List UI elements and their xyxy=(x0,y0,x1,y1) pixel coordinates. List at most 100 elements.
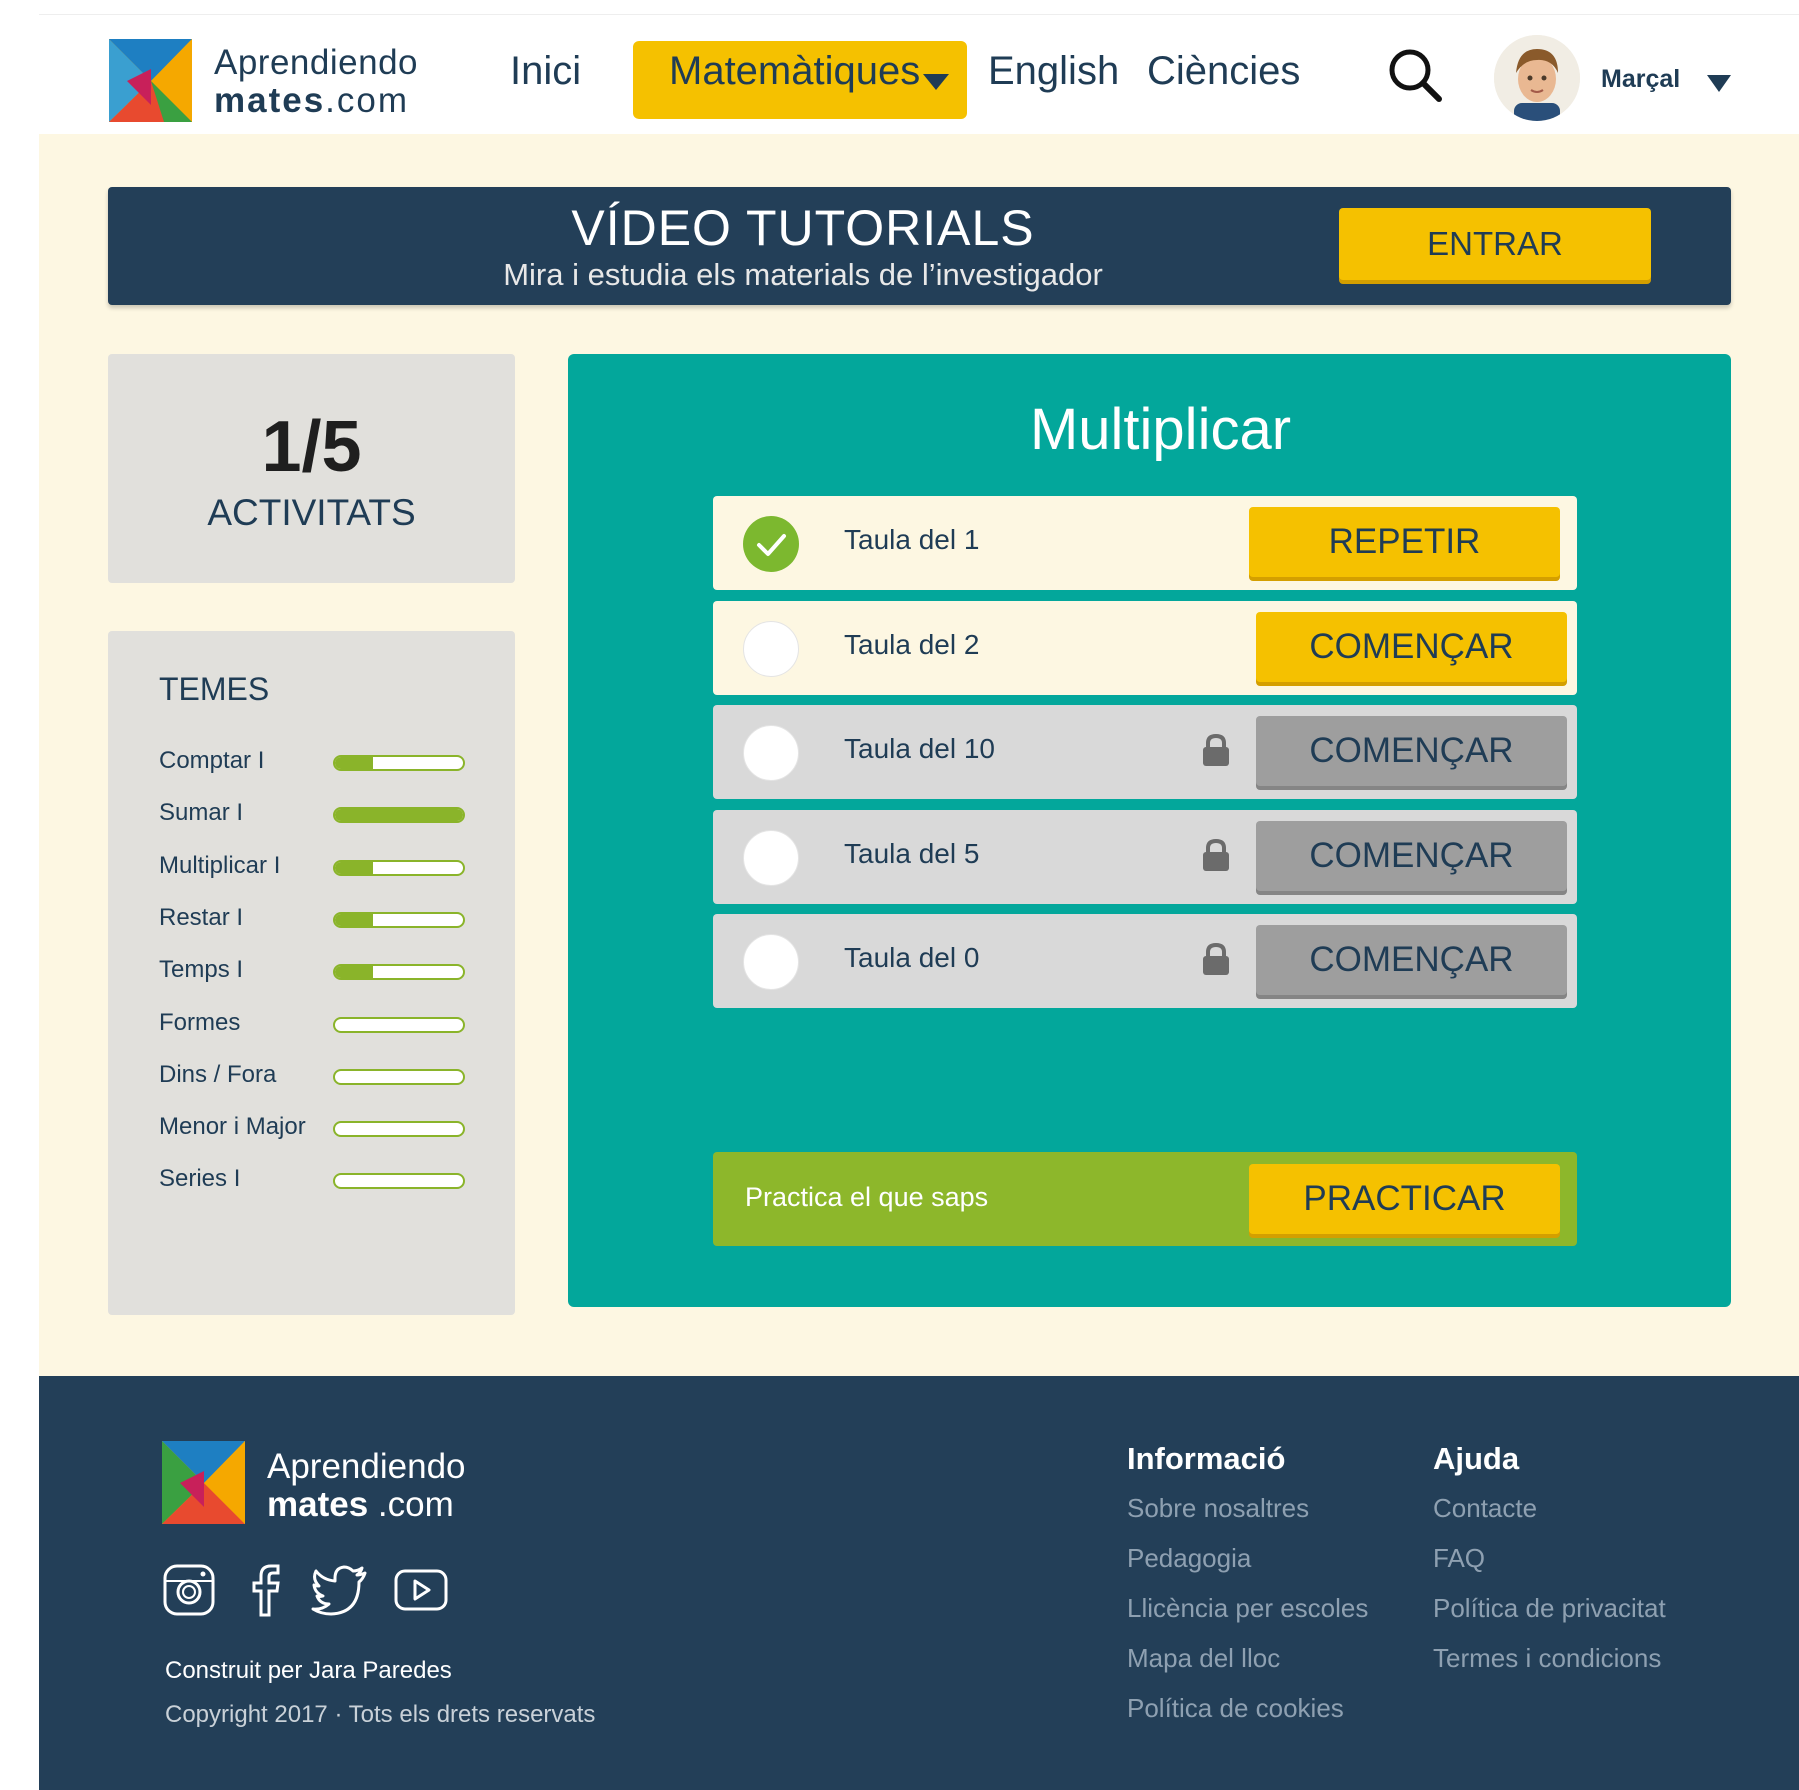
logo-text-bold: mates xyxy=(214,81,326,120)
practice-button[interactable]: PRACTICAR xyxy=(1249,1164,1560,1234)
user-menu-chevron-icon[interactable] xyxy=(1707,75,1731,92)
logo-text-line1: Aprendiendo xyxy=(214,43,418,82)
topic-item[interactable]: Series I xyxy=(159,1159,499,1199)
footer-link[interactable]: FAQ xyxy=(1433,1543,1485,1574)
lesson-panel: Multiplicar Taula del 1 REPETIR Taula del … xyxy=(568,354,1731,1307)
user-photo xyxy=(1494,35,1580,121)
topic-progress-bar xyxy=(333,1016,465,1033)
banner-title: VÍDEO TUTORIALS xyxy=(571,200,1035,256)
youtube-icon[interactable] xyxy=(393,1563,449,1617)
twitter-icon[interactable] xyxy=(311,1563,369,1617)
built-by-text: Construit per Jara Paredes xyxy=(165,1657,452,1684)
lesson-row-label: Taula del 5 xyxy=(844,837,980,869)
topics-title: TEMES xyxy=(159,671,270,707)
repeat-button[interactable]: REPETIR xyxy=(1249,507,1560,577)
topic-item[interactable]: Menor i Major xyxy=(159,1107,499,1147)
user-name[interactable]: Marçal xyxy=(1601,65,1680,94)
logo-text-line2: mates.com xyxy=(214,81,409,121)
topic-label: Formes xyxy=(159,1008,241,1036)
nav-science[interactable]: Ciències xyxy=(1147,49,1300,94)
site-logo[interactable]: Aprendiendo mates.com xyxy=(109,39,418,123)
lesson-row: Taula del 0 COMENÇAR xyxy=(713,914,1577,1008)
status-circle-icon xyxy=(743,725,799,781)
topic-item[interactable]: Multiplicar I xyxy=(159,846,499,886)
footer: Aprendiendo mates .com Construit per Jar… xyxy=(39,1376,1799,1790)
topic-progress-bar xyxy=(333,1068,465,1085)
start-button[interactable]: COMENÇAR xyxy=(1256,716,1567,786)
lesson-title: Multiplicar xyxy=(1029,397,1292,462)
topic-label: Restar I xyxy=(159,903,244,931)
topic-progress-fill xyxy=(335,913,374,926)
topic-label: Comptar I xyxy=(159,747,265,774)
topic-label: Multiplicar I xyxy=(159,851,281,879)
topic-progress-fill xyxy=(335,809,463,822)
nav-english[interactable]: English xyxy=(988,49,1119,94)
topic-progress-bar xyxy=(333,1173,465,1190)
nav-home[interactable]: Inici xyxy=(510,49,581,94)
page: Aprendiendo mates.com Inici Matemàtiques… xyxy=(0,0,1799,1790)
footer-link[interactable]: Pedagogia xyxy=(1127,1543,1251,1574)
topic-label: Series I xyxy=(159,1165,241,1193)
lesson-row-label: Taula del 1 xyxy=(844,524,980,555)
footer-logo-bold: mates xyxy=(267,1485,369,1524)
footer-link[interactable]: Llicència per escoles xyxy=(1127,1593,1368,1624)
footer-logo-line2: mates .com xyxy=(267,1485,454,1525)
copyright-text: Copyright 2017 · Tots els drets reservat… xyxy=(165,1701,596,1728)
footer-link[interactable]: Política de cookies xyxy=(1127,1693,1344,1724)
lesson-row-label: Taula del 10 xyxy=(844,733,996,764)
topic-label: Temps I xyxy=(159,956,244,984)
start-button[interactable]: COMENÇAR xyxy=(1256,925,1567,995)
top-header: Aprendiendo mates.com Inici Matemàtiques… xyxy=(39,14,1799,134)
avatar[interactable] xyxy=(1494,35,1580,121)
footer-logo-domain: .com xyxy=(368,1485,454,1524)
practice-label: Practica el que saps xyxy=(745,1182,989,1212)
chevron-down-icon xyxy=(923,74,949,90)
footer-link[interactable]: Política de privacitat xyxy=(1433,1593,1666,1624)
topic-progress-bar xyxy=(333,1121,465,1138)
topic-item[interactable]: Formes xyxy=(159,1003,499,1043)
logo-text-domain: .com xyxy=(325,81,410,120)
topics-panel: TEMES Comptar I Sumar I Multiplicar I Resta… xyxy=(108,631,515,1315)
topic-progress-bar xyxy=(333,755,465,771)
footer-info-title: Informació xyxy=(1127,1441,1286,1476)
topic-item[interactable]: Sumar I xyxy=(159,793,499,833)
activities-count: 1/5 xyxy=(261,407,362,487)
topic-label: Menor i Major xyxy=(159,1113,306,1141)
lesson-row: Taula del 10 COMENÇAR xyxy=(713,705,1577,799)
practice-row: Practica el que saps PRACTICAR xyxy=(713,1152,1577,1246)
topic-progress-bar xyxy=(333,807,465,824)
status-circle-icon xyxy=(743,934,799,990)
footer-link[interactable]: Termes i condicions xyxy=(1433,1643,1661,1674)
activities-label: ACTIVITATS xyxy=(207,492,416,533)
check-icon xyxy=(743,516,799,572)
lesson-row: Taula del 5 COMENÇAR xyxy=(713,809,1577,904)
facebook-icon[interactable] xyxy=(239,1563,293,1617)
topic-progress-bar xyxy=(333,964,465,981)
footer-link[interactable]: Sobre nosaltres xyxy=(1127,1493,1309,1524)
enter-button[interactable]: ENTRAR xyxy=(1339,208,1651,280)
footer-help-title: Ajuda xyxy=(1433,1441,1520,1476)
footer-logo-mark-icon[interactable] xyxy=(162,1441,245,1524)
topic-progress-fill xyxy=(335,861,374,874)
topic-item[interactable]: Temps I xyxy=(159,950,499,990)
lesson-row-label: Taula del 2 xyxy=(844,628,980,660)
nav-math-dropdown[interactable]: Matemàtiques xyxy=(633,41,967,119)
topic-progress-fill xyxy=(335,966,374,979)
topic-item[interactable]: Dins / Fora xyxy=(159,1055,499,1095)
topic-label: Sumar I xyxy=(159,799,244,827)
footer-link[interactable]: Mapa del lloc xyxy=(1127,1643,1280,1674)
lock-icon xyxy=(1201,733,1231,772)
topic-label: Dins / Fora xyxy=(159,1060,277,1088)
topic-item[interactable]: Comptar I xyxy=(159,741,499,781)
topic-item[interactable]: Restar I xyxy=(159,898,499,938)
search-icon[interactable] xyxy=(1385,45,1445,105)
instagram-icon[interactable] xyxy=(162,1563,216,1617)
lesson-row-label: Taula del 0 xyxy=(844,942,980,973)
start-button[interactable]: COMENÇAR xyxy=(1256,611,1567,682)
start-button[interactable]: COMENÇAR xyxy=(1256,820,1567,891)
footer-logo-line1: Aprendiendo xyxy=(267,1447,466,1486)
nav-math-label: Matemàtiques xyxy=(669,49,921,93)
topic-progress-bar xyxy=(333,911,465,928)
lesson-row: Taula del 2 COMENÇAR xyxy=(713,600,1577,695)
footer-link[interactable]: Contacte xyxy=(1433,1493,1537,1524)
